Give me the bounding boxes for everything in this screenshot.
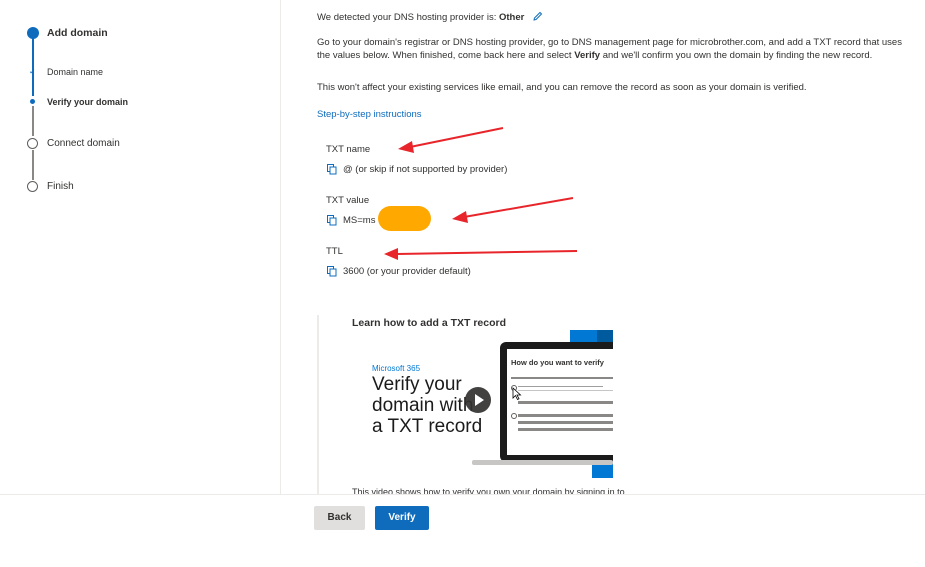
- screen-title: How do you want to verify: [511, 358, 604, 367]
- annotation-arrow: [409, 127, 504, 148]
- annotation-arrow: [463, 197, 574, 218]
- play-icon[interactable]: [465, 387, 491, 413]
- video-heading: Learn how to add a TXT record: [352, 317, 507, 329]
- video-card-border: [317, 315, 319, 494]
- screen-line: [518, 421, 613, 424]
- annotation-arrowhead: [452, 211, 468, 223]
- cursor-icon: [512, 387, 522, 405]
- footer-divider: [0, 494, 925, 495]
- screen-line: [518, 390, 613, 391]
- screen-line: [518, 428, 613, 431]
- screen-line: [518, 414, 613, 417]
- screen-line: [518, 386, 603, 387]
- verify-button[interactable]: Verify: [375, 506, 429, 530]
- video-title-line3: a TXT record: [372, 416, 483, 437]
- back-button[interactable]: Back: [314, 506, 365, 530]
- laptop-base: [472, 460, 613, 465]
- video-brand: Microsoft 365: [372, 364, 421, 373]
- annotation-arrowhead: [398, 141, 414, 153]
- screen-line: [518, 401, 613, 404]
- video-caption: This video shows how to verify you own y…: [352, 487, 625, 494]
- radio-icon: [511, 413, 517, 419]
- screen-line: [511, 377, 613, 379]
- video-title-line1: Verify your: [372, 374, 462, 395]
- laptop-screen: How do you want to verify: [507, 349, 613, 455]
- video-title-line2: domain with: [372, 395, 474, 416]
- annotation-arrow: [396, 250, 578, 255]
- video-thumbnail[interactable]: How do you want to verify Microsoft 365 …: [352, 330, 613, 478]
- annotation-arrowhead: [384, 248, 398, 260]
